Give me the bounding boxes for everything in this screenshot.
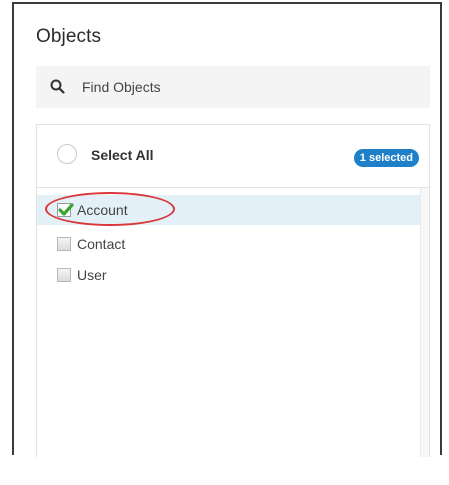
list-item-label: Contact xyxy=(77,236,126,252)
contact-checkbox[interactable] xyxy=(57,237,71,251)
list-item-user[interactable]: User xyxy=(37,260,421,290)
search-placeholder[interactable]: Find Objects xyxy=(82,79,161,95)
search-icon xyxy=(50,79,65,99)
select-all-label[interactable]: Select All xyxy=(91,147,154,163)
list-item-label: User xyxy=(77,267,107,283)
list-scrollbar[interactable] xyxy=(420,188,429,457)
objects-list: Select All 1 selected Account Contact Us… xyxy=(36,124,430,457)
search-field[interactable]: Find Objects xyxy=(36,66,430,108)
objects-panel: Objects Find Objects Select All 1 select… xyxy=(12,2,442,457)
select-all-radio[interactable] xyxy=(57,144,77,164)
list-item-account[interactable]: Account xyxy=(37,192,421,226)
selected-count-badge: 1 selected xyxy=(353,149,419,167)
list-item-contact[interactable]: Contact xyxy=(37,229,421,259)
annotation-circle xyxy=(45,192,175,226)
select-all-row[interactable]: Select All 1 selected xyxy=(37,125,429,188)
user-checkbox[interactable] xyxy=(57,268,71,282)
panel-title: Objects xyxy=(36,26,102,47)
